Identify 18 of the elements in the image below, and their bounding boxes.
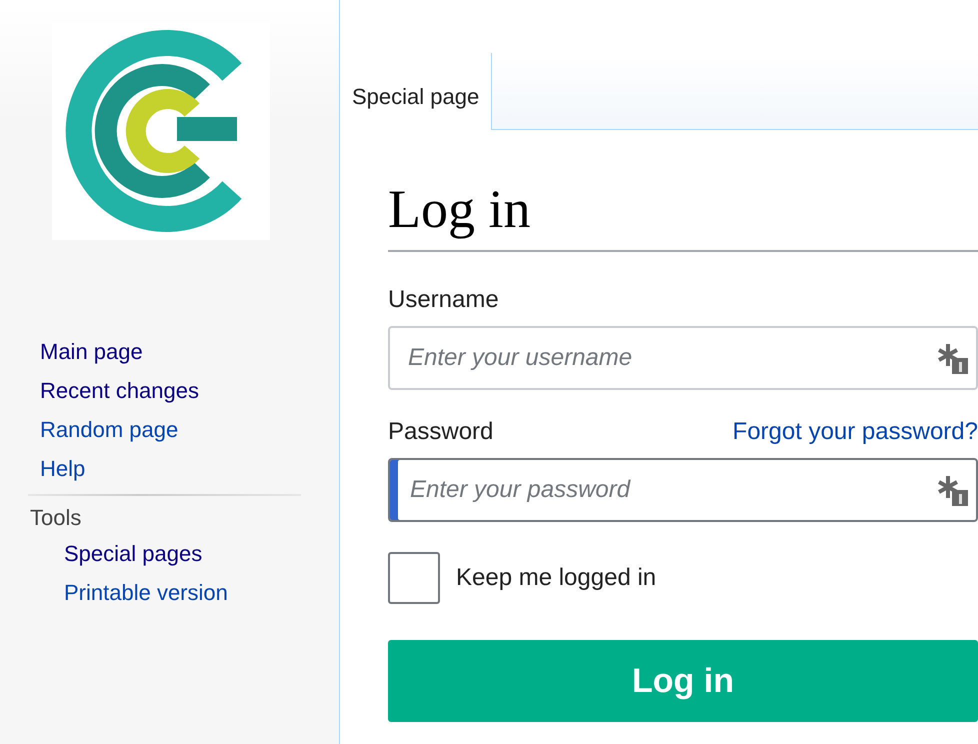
sidebar-link[interactable]: Recent changes bbox=[40, 371, 199, 410]
forgot-password-link[interactable]: Forgot your password? bbox=[732, 414, 978, 450]
sidebar-link[interactable]: Printable version bbox=[64, 573, 228, 612]
field-label: Username bbox=[388, 285, 499, 315]
input-field[interactable]: Enter your password bbox=[388, 458, 978, 522]
tab[interactable]: Special page bbox=[340, 53, 492, 130]
sidebar-link[interactable]: Special pages bbox=[64, 534, 202, 573]
sidebar-link[interactable]: Help bbox=[40, 449, 86, 488]
keep-logged-in-checkbox[interactable] bbox=[388, 552, 440, 604]
page-title: Log in bbox=[388, 174, 978, 252]
field-label: Password bbox=[388, 417, 494, 447]
password-manager-icon bbox=[938, 474, 968, 506]
sidebar-link[interactable]: Random page bbox=[40, 410, 178, 449]
tools-heading: Tools bbox=[30, 504, 82, 532]
password-manager-icon bbox=[938, 342, 968, 374]
sidebar-link[interactable]: Main page bbox=[40, 332, 143, 371]
input-field[interactable]: Enter your username bbox=[388, 326, 978, 390]
keep-logged-in-label: Keep me logged in bbox=[456, 563, 656, 593]
